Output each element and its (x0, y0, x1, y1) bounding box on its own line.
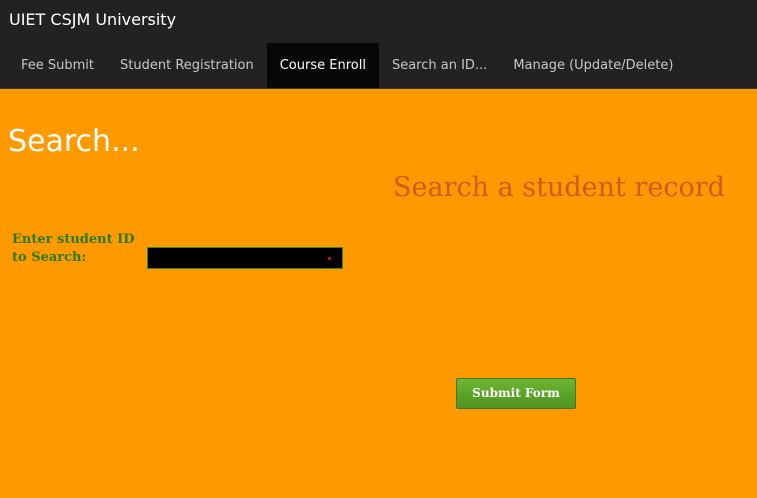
submit-form-button[interactable]: Submit Form (456, 378, 576, 409)
nav-item-fee-submit[interactable]: Fee Submit (8, 43, 107, 88)
student-id-input[interactable] (147, 247, 343, 269)
form-title: Search a student record (393, 172, 725, 203)
nav-item-course-enroll[interactable]: Course Enroll (266, 43, 379, 88)
student-id-label: Enter student ID to Search: (12, 232, 135, 265)
nav-tabs: Fee Submit Student Registration Course E… (8, 43, 686, 88)
page-heading: Search... (8, 124, 140, 159)
required-marker-icon (328, 257, 331, 260)
navbar-divider (0, 88, 757, 89)
nav-item-student-registration[interactable]: Student Registration (107, 43, 267, 88)
nav-item-search-id[interactable]: Search an ID... (379, 43, 500, 88)
brand-title[interactable]: UIET CSJM University (9, 9, 176, 31)
top-navbar: UIET CSJM University Fee Submit Student … (0, 0, 757, 88)
nav-item-manage[interactable]: Manage (Update/Delete) (500, 43, 686, 88)
